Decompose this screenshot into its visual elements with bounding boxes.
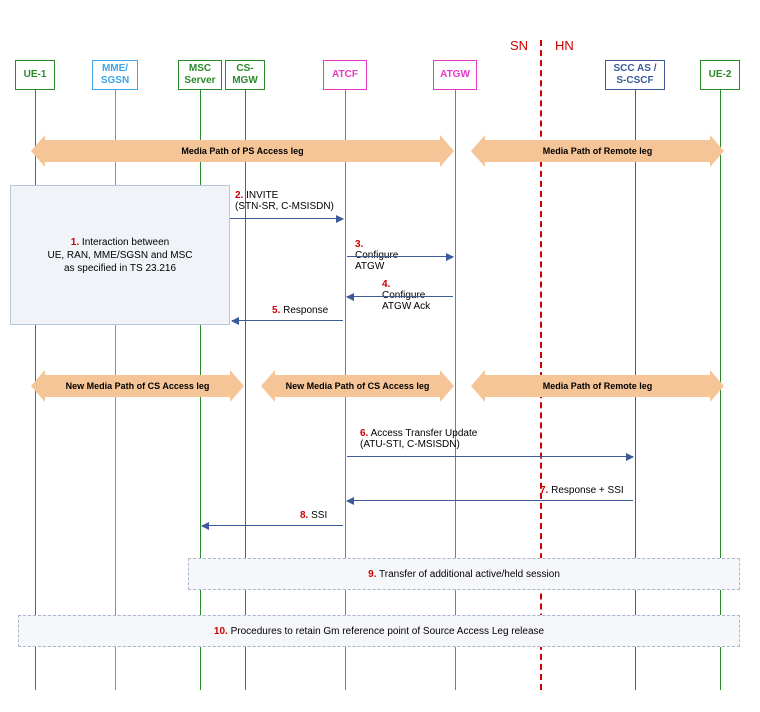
actor-scc: SCC AS / S-CSCF <box>605 60 665 90</box>
step-6-text-a: Access Transfer Update <box>371 428 478 439</box>
step-6-arrow <box>347 456 633 457</box>
actor-mme: MME/ SGSN <box>92 60 138 90</box>
step-8-arrow <box>202 525 343 526</box>
step-10-num: 10. <box>214 626 228 637</box>
lifeline-atgw <box>455 90 456 690</box>
step-2-label: 2. INVITE (STN-SR, C-MSISDN) <box>235 190 334 212</box>
sequence-diagram: SN HN UE-1 MME/ SGSN MSC Server CS- MGW … <box>0 0 760 712</box>
step-7-text: Response + SSI <box>551 485 624 496</box>
step-4-text: Configure ATGW Ack <box>382 290 430 312</box>
step-2-text-b: (STN-SR, C-MSISDN) <box>235 201 334 212</box>
step-1-num: 1. <box>71 237 79 248</box>
media-bar-remote-2: Media Path of Remote leg <box>485 375 710 397</box>
step-2-arrow <box>230 218 343 219</box>
step-6-text-b: (ATU-STI, C-MSISDN) <box>360 439 460 450</box>
actor-msc: MSC Server <box>178 60 222 90</box>
actor-ue2: UE-2 <box>700 60 740 90</box>
step-2-text-a: INVITE <box>246 190 278 201</box>
sn-label: SN <box>510 38 528 53</box>
network-divider <box>540 40 542 690</box>
actor-csmgw: CS- MGW <box>225 60 265 90</box>
actor-atgw: ATGW <box>433 60 477 90</box>
step-10-box: 10. Procedures to retain Gm reference po… <box>18 615 740 647</box>
step-4-num: 4. <box>382 279 390 290</box>
step-3-label: 3. Configure ATGW <box>355 228 398 272</box>
media-bar-remote-1: Media Path of Remote leg <box>485 140 710 162</box>
step-7-arrow <box>347 500 633 501</box>
step-9-text: Transfer of additional active/held sessi… <box>379 569 560 580</box>
hn-label: HN <box>555 38 574 53</box>
step-7-num: 7. <box>540 485 548 496</box>
step-6-label: 6. Access Transfer Update (ATU-STI, C-MS… <box>360 428 477 450</box>
step-1-box: 1. Interaction between UE, RAN, MME/SGSN… <box>10 185 230 325</box>
media-bar-ps-access: Media Path of PS Access leg <box>45 140 440 162</box>
step-3-num: 3. <box>355 239 363 250</box>
step-10-text: Procedures to retain Gm reference point … <box>231 626 545 637</box>
step-5-label: 5. Response <box>272 305 328 316</box>
step-3-arrow <box>347 256 453 257</box>
step-8-num: 8. <box>300 510 308 521</box>
step-6-num: 6. <box>360 428 368 439</box>
step-5-arrow <box>232 320 343 321</box>
step-4-label: 4. Configure ATGW Ack <box>382 268 430 312</box>
media-bar-cs-1: New Media Path of CS Access leg <box>45 375 230 397</box>
media-bar-cs-2: New Media Path of CS Access leg <box>275 375 440 397</box>
lifeline-csmgw <box>245 90 246 690</box>
step-4-arrow <box>347 296 453 297</box>
step-9-num: 9. <box>368 569 376 580</box>
step-5-num: 5. <box>272 305 280 316</box>
step-1-text: Interaction between UE, RAN, MME/SGSN an… <box>47 237 192 274</box>
step-7-label: 7. Response + SSI <box>540 485 624 496</box>
actor-ue1: UE-1 <box>15 60 55 90</box>
actor-atcf: ATCF <box>323 60 367 90</box>
step-8-label: 8. SSI <box>300 510 327 521</box>
step-2-num: 2. <box>235 190 243 201</box>
step-8-text: SSI <box>311 510 327 521</box>
step-9-box: 9. Transfer of additional active/held se… <box>188 558 740 590</box>
step-5-text: Response <box>283 305 328 316</box>
